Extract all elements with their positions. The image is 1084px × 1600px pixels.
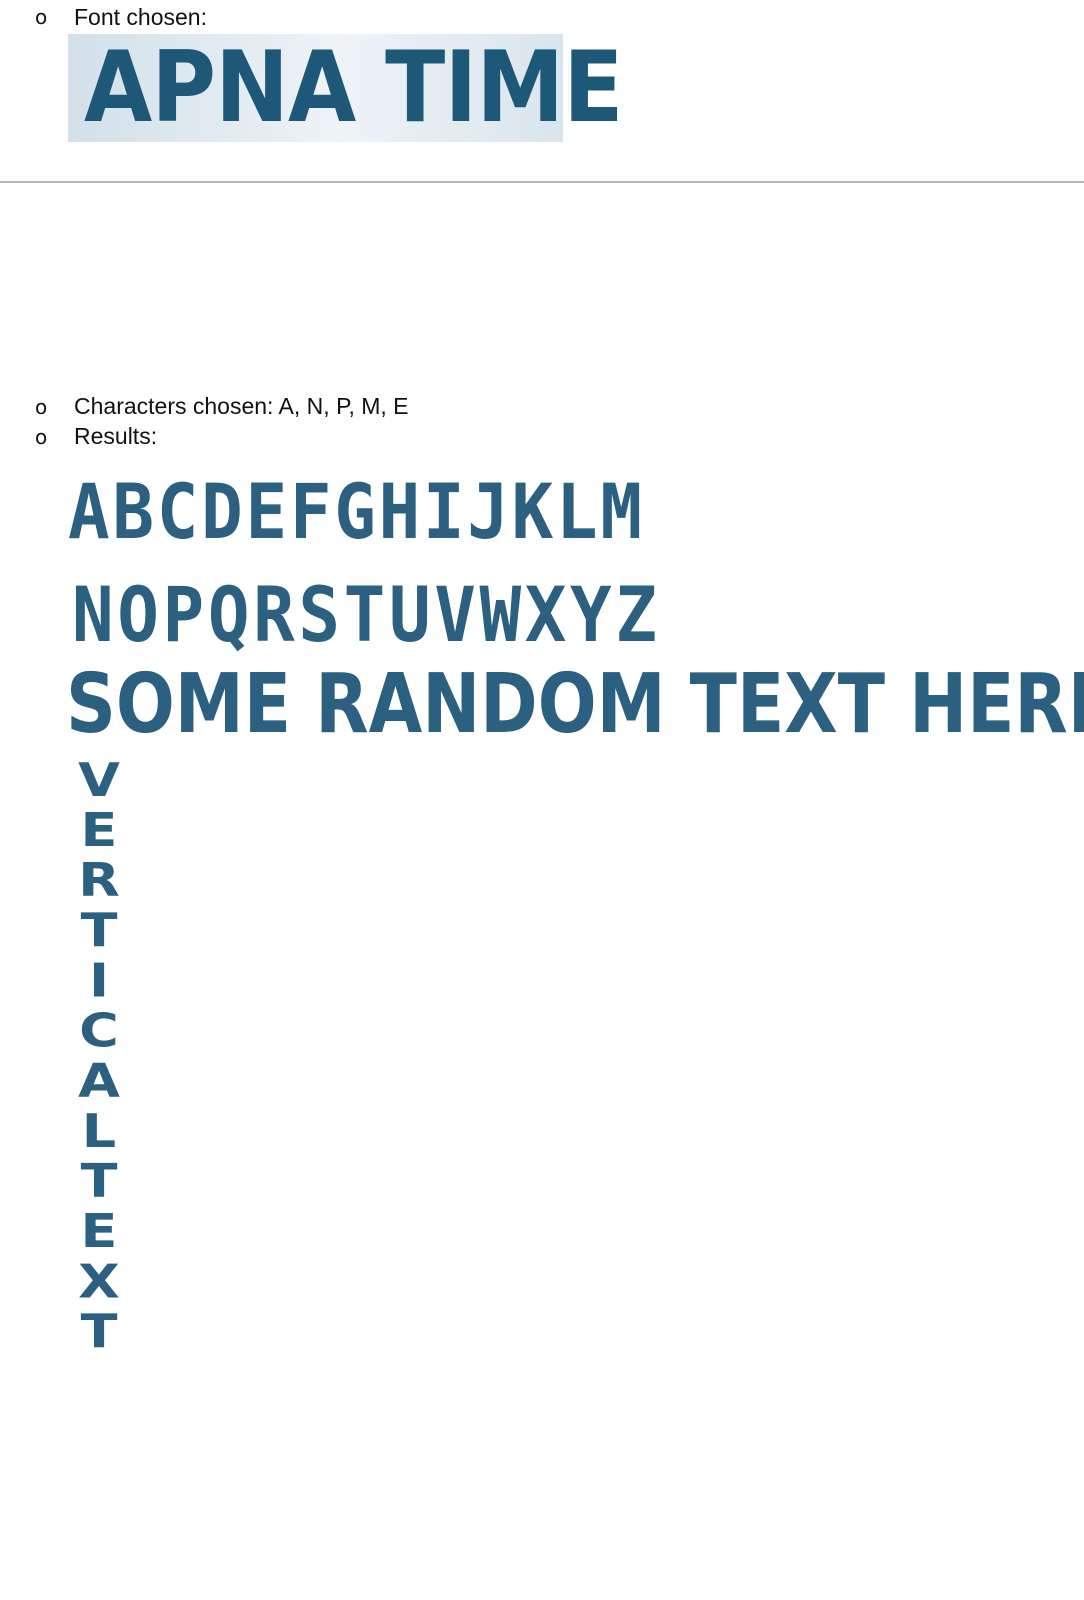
bullet-characters-chosen: o: [35, 395, 48, 419]
bullet-results: o: [35, 425, 48, 449]
horizontal-divider: [0, 181, 1084, 183]
vertical-text-sample: VERTICAL TEXT: [78, 753, 136, 1359]
alphabet-row-2: NOPQRSTUVWXYZ: [72, 570, 661, 659]
font-sample-image: APNA TIME: [68, 34, 623, 142]
results-label: Results:: [74, 423, 158, 449]
font-sample-text: APNA TIME: [84, 31, 623, 145]
font-chosen-label: Font chosen:: [74, 4, 207, 30]
bullet-font-chosen: o: [35, 5, 48, 29]
characters-chosen-label: Characters chosen: A, N, P, M, E: [74, 393, 409, 419]
random-text-sample: SOME RANDOM TEXT HERE: [66, 657, 1084, 752]
alphabet-row-1: ABCDEFGHIJKLM: [68, 467, 645, 556]
